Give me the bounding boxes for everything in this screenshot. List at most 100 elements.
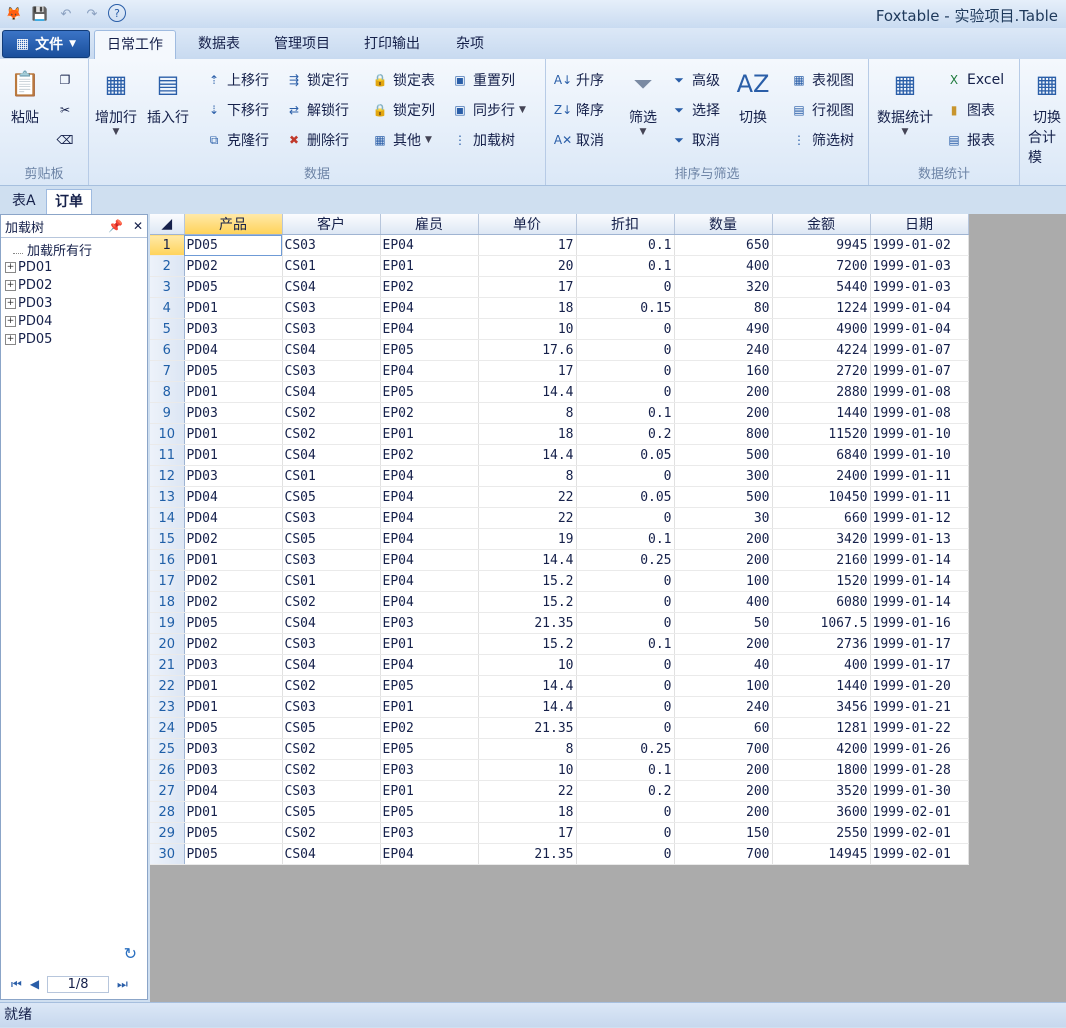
quantity-cell[interactable]: 240 xyxy=(674,696,773,718)
employee-cell[interactable]: EP01 xyxy=(380,633,479,655)
table-row[interactable]: 20 PD02 CS03 EP01 15.2 0.1 200 2736 1999-01-17 xyxy=(150,633,969,655)
quantity-cell[interactable]: 300 xyxy=(674,465,773,487)
table-row[interactable]: 8 PD01 CS04 EP05 14.4 0 200 2880 1999-01-08 xyxy=(150,381,969,403)
row-number[interactable]: 9 xyxy=(150,402,185,424)
unit-price-cell[interactable]: 8 xyxy=(478,738,577,760)
row-number[interactable]: 30 xyxy=(150,843,185,865)
quantity-cell[interactable]: 150 xyxy=(674,822,773,844)
product-cell[interactable]: PD05 xyxy=(184,360,283,382)
table-row[interactable]: 26 PD03 CS02 EP03 10 0.1 200 1800 1999-01-28 xyxy=(150,759,969,781)
date-cell[interactable]: 1999-01-14 xyxy=(870,549,969,571)
product-cell[interactable]: PD05 xyxy=(184,717,283,739)
excel-button[interactable]: X Excel xyxy=(945,69,1004,91)
lock-table-button[interactable]: 🔒 锁定表 xyxy=(371,69,435,91)
tree-item-load-all[interactable]: 加载所有行 xyxy=(5,240,143,259)
amount-cell[interactable]: 1224 xyxy=(772,297,871,319)
row-number[interactable]: 19 xyxy=(150,612,185,634)
tab-manage-project[interactable]: 管理项目 xyxy=(262,30,342,58)
quantity-cell[interactable]: 200 xyxy=(674,633,773,655)
cancel-sort-button[interactable]: A✕ 取消 xyxy=(554,129,604,151)
customer-cell[interactable]: CS03 xyxy=(282,234,381,256)
customer-cell[interactable]: CS02 xyxy=(282,738,381,760)
employee-cell[interactable]: EP04 xyxy=(380,507,479,529)
customer-cell[interactable]: CS02 xyxy=(282,402,381,424)
table-row[interactable]: 4 PD01 CS03 EP04 18 0.15 80 1224 1999-01-04 xyxy=(150,297,969,319)
reset-column-button[interactable]: ▣ 重置列 xyxy=(451,69,515,91)
table-row[interactable]: 17 PD02 CS01 EP04 15.2 0 100 1520 1999-01-14 xyxy=(150,570,969,592)
customer-cell[interactable]: CS04 xyxy=(282,612,381,634)
unit-price-cell[interactable]: 8 xyxy=(478,402,577,424)
employee-cell[interactable]: EP04 xyxy=(380,591,479,613)
unit-price-cell[interactable]: 17.6 xyxy=(478,339,577,361)
customer-cell[interactable]: CS03 xyxy=(282,318,381,340)
date-cell[interactable]: 1999-01-12 xyxy=(870,507,969,529)
product-cell[interactable]: PD01 xyxy=(184,675,283,697)
date-cell[interactable]: 1999-01-17 xyxy=(870,654,969,676)
amount-cell[interactable]: 1520 xyxy=(772,570,871,592)
employee-cell[interactable]: EP02 xyxy=(380,276,479,298)
select-filter-button[interactable]: ⏷ 选择 xyxy=(670,99,720,121)
row-number[interactable]: 21 xyxy=(150,654,185,676)
employee-cell[interactable]: EP02 xyxy=(380,444,479,466)
tree-item-pd03[interactable]: + PD03 xyxy=(5,294,143,312)
save-icon[interactable]: 💾 xyxy=(30,4,50,24)
product-cell[interactable]: PD02 xyxy=(184,255,283,277)
discount-cell[interactable]: 0.25 xyxy=(576,738,675,760)
column-header-date[interactable]: 日期 xyxy=(870,214,969,235)
expand-icon[interactable]: + xyxy=(5,261,16,273)
format-painter-icon[interactable]: ⌫ xyxy=(56,131,74,149)
employee-cell[interactable]: EP04 xyxy=(380,654,479,676)
row-number[interactable]: 14 xyxy=(150,507,185,529)
date-cell[interactable]: 1999-01-14 xyxy=(870,570,969,592)
move-row-up-button[interactable]: ⇡ 上移行 xyxy=(205,69,269,91)
table-row[interactable]: 14 PD04 CS03 EP04 22 0 30 660 1999-01-12 xyxy=(150,507,969,529)
unit-price-cell[interactable]: 8 xyxy=(478,465,577,487)
date-cell[interactable]: 1999-01-22 xyxy=(870,717,969,739)
unlock-row-button[interactable]: ⇄ 解锁行 xyxy=(285,99,349,121)
advanced-filter-button[interactable]: ⏷ 高级 xyxy=(670,69,720,91)
pin-icon[interactable]: 📌 xyxy=(108,219,123,233)
expand-icon[interactable]: + xyxy=(5,279,16,291)
unit-price-cell[interactable]: 10 xyxy=(478,318,577,340)
product-cell[interactable]: PD03 xyxy=(184,465,283,487)
quantity-cell[interactable]: 240 xyxy=(674,339,773,361)
customer-cell[interactable]: CS01 xyxy=(282,255,381,277)
discount-cell[interactable]: 0 xyxy=(576,801,675,823)
unit-price-cell[interactable]: 14.4 xyxy=(478,675,577,697)
product-cell[interactable]: PD05 xyxy=(184,843,283,865)
discount-cell[interactable]: 0 xyxy=(576,339,675,361)
row-number[interactable]: 8 xyxy=(150,381,185,403)
unit-price-cell[interactable]: 21.35 xyxy=(478,717,577,739)
customer-cell[interactable]: CS04 xyxy=(282,654,381,676)
column-header-customer[interactable]: 客户 xyxy=(282,214,381,235)
amount-cell[interactable]: 2160 xyxy=(772,549,871,571)
quantity-cell[interactable]: 100 xyxy=(674,570,773,592)
amount-cell[interactable]: 10450 xyxy=(772,486,871,508)
quantity-cell[interactable]: 650 xyxy=(674,234,773,256)
date-cell[interactable]: 1999-02-01 xyxy=(870,822,969,844)
row-number[interactable]: 23 xyxy=(150,696,185,718)
discount-cell[interactable]: 0 xyxy=(576,360,675,382)
amount-cell[interactable]: 3520 xyxy=(772,780,871,802)
file-menu-button[interactable]: ▦ 文件 ▼ xyxy=(2,30,90,58)
move-row-down-button[interactable]: ⇣ 下移行 xyxy=(205,99,269,121)
table-row[interactable]: 27 PD04 CS03 EP01 22 0.2 200 3520 1999-01-30 xyxy=(150,780,969,802)
employee-cell[interactable]: EP05 xyxy=(380,675,479,697)
row-number[interactable]: 22 xyxy=(150,675,185,697)
product-cell[interactable]: PD05 xyxy=(184,276,283,298)
table-row[interactable]: 15 PD02 CS05 EP04 19 0.1 200 3420 1999-01-13 xyxy=(150,528,969,550)
discount-cell[interactable]: 0.05 xyxy=(576,486,675,508)
sort-descending-button[interactable]: Z↓ 降序 xyxy=(554,99,604,121)
column-header-employee[interactable]: 雇员 xyxy=(380,214,479,235)
lock-row-button[interactable]: ⇶ 锁定行 xyxy=(285,69,349,91)
column-header-product[interactable]: 产品 xyxy=(184,214,283,235)
row-number[interactable]: 27 xyxy=(150,780,185,802)
close-icon[interactable]: ✕ xyxy=(133,219,143,233)
column-header-discount[interactable]: 折扣 xyxy=(576,214,675,235)
unit-price-cell[interactable]: 18 xyxy=(478,297,577,319)
date-cell[interactable]: 1999-01-07 xyxy=(870,360,969,382)
tree-item-pd02[interactable]: + PD02 xyxy=(5,276,143,294)
customer-cell[interactable]: CS02 xyxy=(282,822,381,844)
row-number[interactable]: 5 xyxy=(150,318,185,340)
table-row[interactable]: 16 PD01 CS03 EP04 14.4 0.25 200 2160 1999-01-14 xyxy=(150,549,969,571)
